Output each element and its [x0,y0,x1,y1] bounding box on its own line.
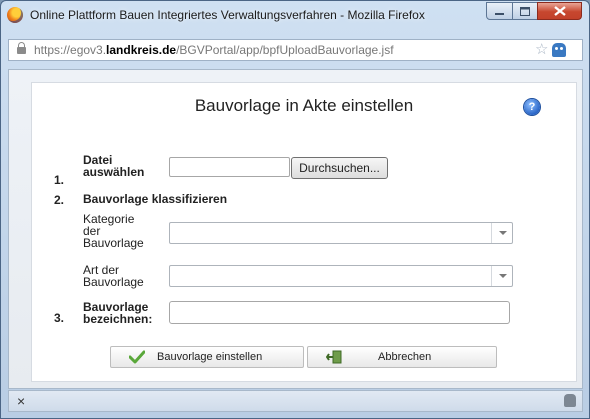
url-prefix: https://egov3. [34,43,107,57]
step2-number: 2. [54,193,65,207]
help-icon[interactable]: ? [524,99,540,115]
bookmark-star-icon[interactable]: ☆ [535,41,548,59]
maximize-button[interactable] [512,2,538,20]
step3-number: 3. [54,311,65,325]
close-icon [553,6,566,16]
file-path-input[interactable] [169,157,290,177]
art-select[interactable] [169,265,513,287]
step1-label: Datei auswählen [83,154,144,178]
url-host: landkreis.de [106,43,177,57]
step1-number: 1. [54,173,65,187]
firefox-logo-icon [7,7,23,23]
close-window-button[interactable] [537,2,582,20]
cancel-button[interactable]: Abbrechen [307,346,497,368]
checkmark-icon [129,350,145,364]
close-statusbar-icon[interactable]: × [17,393,25,409]
kategorie-select[interactable] [169,222,513,244]
art-label-line2: Bauvorlage [83,275,144,289]
minimize-button[interactable] [486,2,513,20]
step1-label-line2: auswählen [83,165,145,179]
maximize-icon [520,6,530,16]
upload-dialog: Bauvorlage in Akte einstellen ? 1. Datei… [31,82,577,382]
addon-status-icon[interactable] [564,394,576,407]
step2-label: Bauvorlage klassifizieren [83,192,228,206]
url-text[interactable]: https://egov3.landkreis.de/BGVPortal/app… [34,43,394,57]
art-label: Art der Bauvorlage [83,264,144,288]
submit-upload-button[interactable]: Bauvorlage einstellen [110,346,304,368]
status-bar: × [8,390,583,412]
cancel-label: Abbrechen [378,351,432,363]
chevron-down-icon[interactable] [491,223,512,243]
chevron-down-icon[interactable] [491,266,512,286]
browser-window: Online Plattform Bauen Integriertes Verw… [0,0,590,419]
step3-label-line2: bezeichnen: [83,312,153,326]
kategorie-label-line3: Bauvorlage [83,236,144,250]
address-bar[interactable]: https://egov3.landkreis.de/BGVPortal/app… [8,39,583,61]
minimize-icon [495,12,504,15]
bezeichnung-input[interactable] [169,301,510,324]
title-bar: Online Plattform Bauen Integriertes Verw… [1,1,589,29]
addon-icon[interactable] [552,43,566,57]
browse-button[interactable]: Durchsuchen... [291,157,388,179]
exit-door-icon [326,350,342,364]
url-path: /BGVPortal/app/bpfUploadBauvorlage.jsf [176,43,394,57]
dialog-title: Bauvorlage in Akte einstellen [194,96,414,115]
window-title: Online Plattform Bauen Integriertes Verw… [30,8,425,22]
submit-upload-label: Bauvorlage einstellen [157,351,263,363]
step3-label: Bauvorlage bezeichnen: [83,301,152,325]
lock-icon [17,42,26,54]
kategorie-label: Kategorie der Bauvorlage [83,213,144,249]
page-content: Bauvorlage in Akte einstellen ? 1. Datei… [8,69,583,389]
